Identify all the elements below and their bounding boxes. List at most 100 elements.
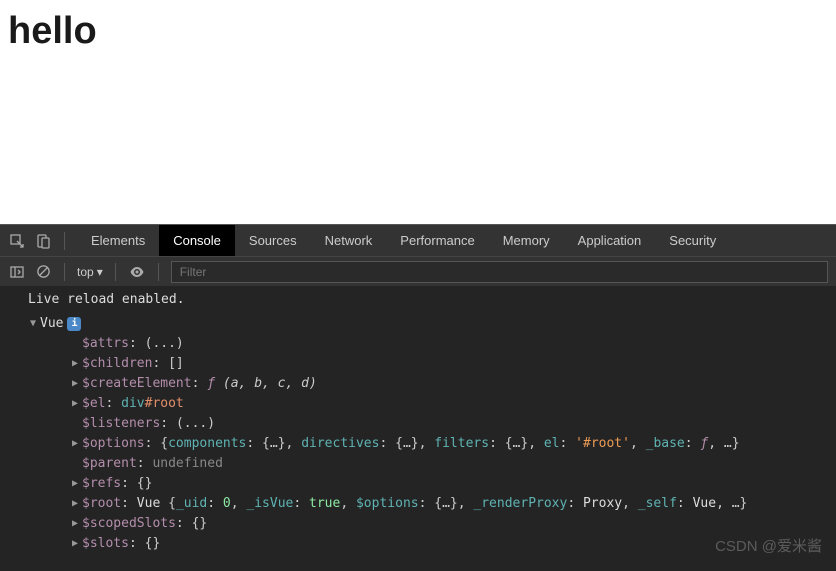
el-id: #root — [145, 394, 184, 414]
k: _isVue — [246, 494, 293, 514]
colon: : — [129, 534, 145, 554]
colon: : — [121, 474, 137, 494]
prop-key: $scopedSlots — [82, 514, 176, 534]
context-selector[interactable]: top ▾ — [77, 265, 103, 279]
cls: Vue — [137, 494, 168, 514]
p: , … — [708, 434, 731, 454]
inspect-element-icon[interactable] — [8, 232, 26, 250]
k: $options — [356, 494, 419, 514]
separator — [64, 232, 65, 250]
prop-key: $children — [82, 354, 152, 374]
spacer — [70, 334, 80, 354]
func-sig: (a, b, c, d) — [215, 374, 317, 394]
prop-row[interactable]: $listeners: (...) — [28, 414, 836, 434]
prop-row[interactable]: $parent: undefined — [28, 454, 836, 474]
expand-right-icon[interactable]: ▶ — [70, 534, 80, 554]
expand-down-icon[interactable]: ▼ — [28, 314, 38, 334]
k: _self — [638, 494, 677, 514]
live-expression-icon[interactable] — [128, 263, 146, 281]
clear-console-icon[interactable] — [34, 263, 52, 281]
object-inspector[interactable]: ▼Vuei $attrs: (...) ▶$children: [] ▶$cre… — [0, 314, 836, 554]
tab-network[interactable]: Network — [311, 225, 387, 257]
expand-right-icon[interactable]: ▶ — [70, 474, 80, 494]
colon: : — [192, 374, 208, 394]
spacer — [70, 414, 80, 434]
v: {…} — [434, 494, 457, 514]
v: true — [309, 494, 340, 514]
p: : — [246, 434, 262, 454]
prop-row[interactable]: ▶$createElement: ƒ (a, b, c, d) — [28, 374, 836, 394]
object-header-row[interactable]: ▼Vuei — [28, 314, 836, 334]
prop-key: $el — [82, 394, 105, 414]
info-badge-icon[interactable]: i — [67, 317, 81, 331]
tab-sources[interactable]: Sources — [235, 225, 311, 257]
brace: } — [732, 434, 740, 454]
v: {…} — [395, 434, 418, 454]
expand-right-icon[interactable]: ▶ — [70, 394, 80, 414]
expand-right-icon[interactable]: ▶ — [70, 354, 80, 374]
filter-input[interactable] — [171, 261, 828, 283]
console-output[interactable]: Live reload enabled. ▼Vuei $attrs: (...)… — [0, 286, 836, 571]
prop-row[interactable]: ▶$refs: {} — [28, 474, 836, 494]
tab-application[interactable]: Application — [564, 225, 656, 257]
device-toggle-icon[interactable] — [34, 232, 52, 250]
p: : — [379, 434, 395, 454]
context-label: top — [77, 265, 94, 279]
separator — [115, 263, 116, 281]
p: : — [419, 494, 435, 514]
colon: : — [105, 394, 121, 414]
k: el — [544, 434, 560, 454]
prop-key: $refs — [82, 474, 121, 494]
expand-right-icon[interactable]: ▶ — [70, 514, 80, 534]
expand-right-icon[interactable]: ▶ — [70, 494, 80, 514]
k: directives — [301, 434, 379, 454]
func-glyph: ƒ — [207, 374, 215, 394]
separator — [158, 263, 159, 281]
brace: { — [160, 434, 168, 454]
p: : — [207, 494, 223, 514]
p: : — [567, 494, 583, 514]
tab-performance[interactable]: Performance — [386, 225, 488, 257]
object-class: Vue — [40, 314, 63, 334]
tab-elements[interactable]: Elements — [77, 225, 159, 257]
p: , — [630, 434, 646, 454]
prop-val: {} — [145, 534, 161, 554]
tab-memory[interactable]: Memory — [489, 225, 564, 257]
p: : — [677, 494, 693, 514]
prop-row[interactable]: ▶$scopedSlots: {} — [28, 514, 836, 534]
colon: : — [176, 514, 192, 534]
page-viewport: hello — [0, 0, 836, 224]
expand-right-icon[interactable]: ▶ — [70, 374, 80, 394]
prop-row[interactable]: $attrs: (...) — [28, 334, 836, 354]
spacer — [70, 454, 80, 474]
k: _uid — [176, 494, 207, 514]
colon: : — [121, 494, 137, 514]
v: {…} — [262, 434, 285, 454]
k: _renderProxy — [473, 494, 567, 514]
console-toolbar: top ▾ — [0, 256, 836, 286]
tabbar-icons — [0, 232, 77, 250]
prop-row[interactable]: ▶$options: {components: {…}, directives:… — [28, 434, 836, 454]
prop-val: {} — [192, 514, 208, 534]
prop-row[interactable]: ▶$children: [] — [28, 354, 836, 374]
el-tag: div — [121, 394, 144, 414]
k: components — [168, 434, 246, 454]
colon: : — [137, 454, 153, 474]
sidebar-toggle-icon[interactable] — [8, 263, 26, 281]
brace: } — [740, 494, 748, 514]
v: Proxy — [583, 494, 622, 514]
prop-row[interactable]: ▶$root: Vue {_uid: 0, _isVue: true, $opt… — [28, 494, 836, 514]
log-message: Live reload enabled. — [0, 290, 836, 310]
separator — [64, 263, 65, 281]
chevron-down-icon: ▾ — [97, 265, 103, 279]
v: {…} — [505, 434, 528, 454]
tab-console[interactable]: Console — [159, 225, 235, 257]
p: , — [458, 494, 474, 514]
prop-row[interactable]: ▶$el: div#root — [28, 394, 836, 414]
prop-val: (...) — [145, 334, 184, 354]
v: 0 — [223, 494, 231, 514]
prop-val: {} — [137, 474, 153, 494]
tab-security[interactable]: Security — [655, 225, 730, 257]
expand-right-icon[interactable]: ▶ — [70, 434, 80, 454]
k: filters — [434, 434, 489, 454]
